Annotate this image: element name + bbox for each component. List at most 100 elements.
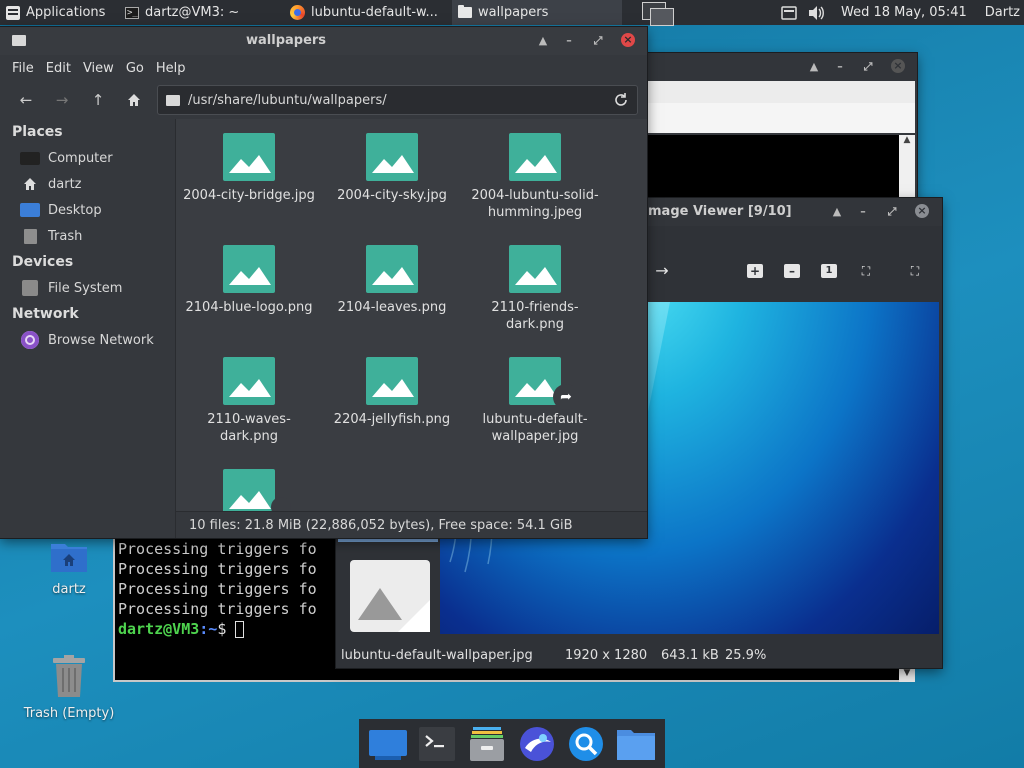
image-viewer-statusbar: lubuntu-default-wallpaper.jpg 1920 x 128… xyxy=(336,644,942,668)
applications-menu-button[interactable]: Applications xyxy=(0,0,119,25)
sidebar-item-file-system[interactable]: File System xyxy=(0,275,175,301)
maximize-icon[interactable]: ⤢ xyxy=(591,34,605,48)
close-icon[interactable]: × xyxy=(915,204,929,218)
menu-view[interactable]: View xyxy=(77,61,120,76)
file-item[interactable]: 2204-jellyfish.png xyxy=(322,357,462,428)
minimize-icon[interactable]: – xyxy=(562,34,576,48)
taskbar-item-image-viewer[interactable]: lubuntu-default-w... xyxy=(284,0,452,25)
back-button[interactable]: ← xyxy=(8,85,44,115)
folder-icon xyxy=(166,94,180,106)
arrow-up-icon: ↑ xyxy=(91,91,105,109)
shade-icon[interactable]: ▲ xyxy=(807,60,821,74)
close-icon[interactable]: × xyxy=(621,33,635,47)
image-size: 643.1 kB xyxy=(661,648,719,663)
prompt-path: :~ xyxy=(199,620,218,638)
volume-icon[interactable] xyxy=(807,5,825,21)
symlink-icon xyxy=(271,497,291,511)
fullscreen-icon[interactable]: ⛶ xyxy=(907,264,923,278)
sidebar-item-home[interactable]: dartz xyxy=(0,171,175,197)
dock-show-desktop[interactable] xyxy=(368,725,407,763)
trash-icon xyxy=(20,228,40,244)
menu-edit[interactable]: Edit xyxy=(40,61,77,76)
image-file-icon xyxy=(223,133,275,181)
file-item[interactable]: 2110-waves- dark.png xyxy=(179,357,319,445)
file-manager-window[interactable]: wallpapers ▲ – ⤢ × File Edit View Go Hel… xyxy=(0,27,647,538)
zoom-in-icon[interactable]: + xyxy=(747,264,763,278)
home-button[interactable] xyxy=(116,85,152,115)
file-item[interactable]: 2004-lubuntu-solid- humming.jpeg xyxy=(465,133,605,221)
file-item[interactable]: ➦ lubuntu-default- wallpaper.jpg xyxy=(465,357,605,445)
file-item[interactable] xyxy=(179,469,319,511)
image-file-icon xyxy=(223,469,275,511)
menu-file[interactable]: File xyxy=(6,61,40,76)
clock[interactable]: Wed 18 May, 05:41 xyxy=(841,5,967,20)
desktop-pager[interactable] xyxy=(642,1,674,26)
minimize-icon[interactable]: – xyxy=(833,60,847,74)
sidebar-item-browse-network[interactable]: Browse Network xyxy=(0,327,175,353)
image-file-icon xyxy=(223,357,275,405)
terminal-icon: >_ xyxy=(125,6,139,19)
top-panel: Applications >_ dartz@VM3: ~ lubuntu-def… xyxy=(0,0,1024,26)
file-name: 2110-friends- xyxy=(491,300,579,315)
menu-go[interactable]: Go xyxy=(120,61,150,76)
sidebar-item-trash[interactable]: Trash xyxy=(0,223,175,249)
file-item[interactable]: 2004-city-sky.jpg xyxy=(322,133,462,204)
keyboard-icon[interactable] xyxy=(781,5,797,20)
desktop-icon-label: Trash (Empty) xyxy=(23,706,115,721)
pager-workspace-2[interactable] xyxy=(650,7,674,26)
desktop-icon-trash[interactable]: Trash (Empty) xyxy=(19,654,119,721)
zoom-fit-icon[interactable]: ⛶ xyxy=(858,264,874,278)
forward-button[interactable]: → xyxy=(44,85,80,115)
sidebar-item-label: Computer xyxy=(48,150,113,166)
dock-browser[interactable] xyxy=(518,725,556,763)
close-icon[interactable]: × xyxy=(891,59,905,73)
dock-terminal[interactable] xyxy=(418,725,456,763)
minimize-icon[interactable]: – xyxy=(856,205,870,219)
terminal-icon xyxy=(419,726,456,761)
shade-icon[interactable]: ▲ xyxy=(536,34,550,48)
image-file-icon xyxy=(366,133,418,181)
file-name: 2004-city-bridge.jpg xyxy=(183,188,315,203)
file-grid[interactable]: 2004-city-bridge.jpg 2004-city-sky.jpg 2… xyxy=(176,119,647,511)
terminal-line: Processing triggers fo xyxy=(118,560,317,578)
file-item[interactable]: 2104-leaves.png xyxy=(322,245,462,316)
sidebar-item-label: Browse Network xyxy=(48,332,154,348)
path-bar[interactable] xyxy=(157,85,638,115)
terminal-cursor xyxy=(235,621,245,638)
file-manager-title: wallpapers xyxy=(246,33,327,48)
shade-icon[interactable]: ▲ xyxy=(830,205,844,219)
path-input[interactable] xyxy=(188,92,613,108)
image-file-icon xyxy=(509,245,561,293)
thumbnail-image[interactable] xyxy=(350,560,430,632)
up-button[interactable]: ↑ xyxy=(80,85,116,115)
desktop-icon-home[interactable]: dartz xyxy=(19,540,119,597)
user-menu[interactable]: Dartz xyxy=(985,5,1020,20)
file-name-line2: dark.png xyxy=(220,429,278,444)
background-window[interactable]: ▲ – ⤢ × ▲ xyxy=(647,53,917,203)
maximize-icon[interactable]: ⤢ xyxy=(885,205,899,219)
file-item[interactable]: 2110-friends- dark.png xyxy=(465,245,605,333)
dock-search[interactable] xyxy=(567,725,605,763)
zoom-out-icon[interactable]: – xyxy=(784,264,800,278)
taskbar-item-terminal[interactable]: >_ dartz@VM3: ~ xyxy=(119,0,284,25)
terminal-prompt[interactable]: dartz@VM3:~$ xyxy=(118,619,245,639)
dock-file-manager[interactable] xyxy=(617,725,656,763)
taskbar-item-wallpapers[interactable]: wallpapers xyxy=(452,0,622,25)
sidebar-item-desktop[interactable]: Desktop xyxy=(0,197,175,223)
trash-icon xyxy=(53,655,85,697)
terminal-line: Processing triggers fo xyxy=(118,600,317,618)
next-image-icon[interactable]: → xyxy=(654,263,670,279)
file-manager-titlebar[interactable]: wallpapers ▲ – ⤢ × xyxy=(0,27,647,55)
background-window-titlebar[interactable]: ▲ – ⤢ × xyxy=(647,53,917,81)
menubar: File Edit View Go Help xyxy=(0,55,647,81)
file-item[interactable]: 2004-city-bridge.jpg xyxy=(179,133,319,204)
dock-file-archiver[interactable] xyxy=(468,725,506,763)
sidebar-item-computer[interactable]: Computer xyxy=(0,145,175,171)
refresh-icon[interactable] xyxy=(613,92,629,108)
scrollbar[interactable]: ▲ xyxy=(899,135,915,203)
zoom-original-icon[interactable]: 1 xyxy=(821,264,837,278)
menu-help[interactable]: Help xyxy=(150,61,192,76)
maximize-icon[interactable]: ⤢ xyxy=(861,60,875,74)
prompt-symbol: $ xyxy=(217,620,236,638)
file-item[interactable]: 2104-blue-logo.png xyxy=(179,245,319,316)
